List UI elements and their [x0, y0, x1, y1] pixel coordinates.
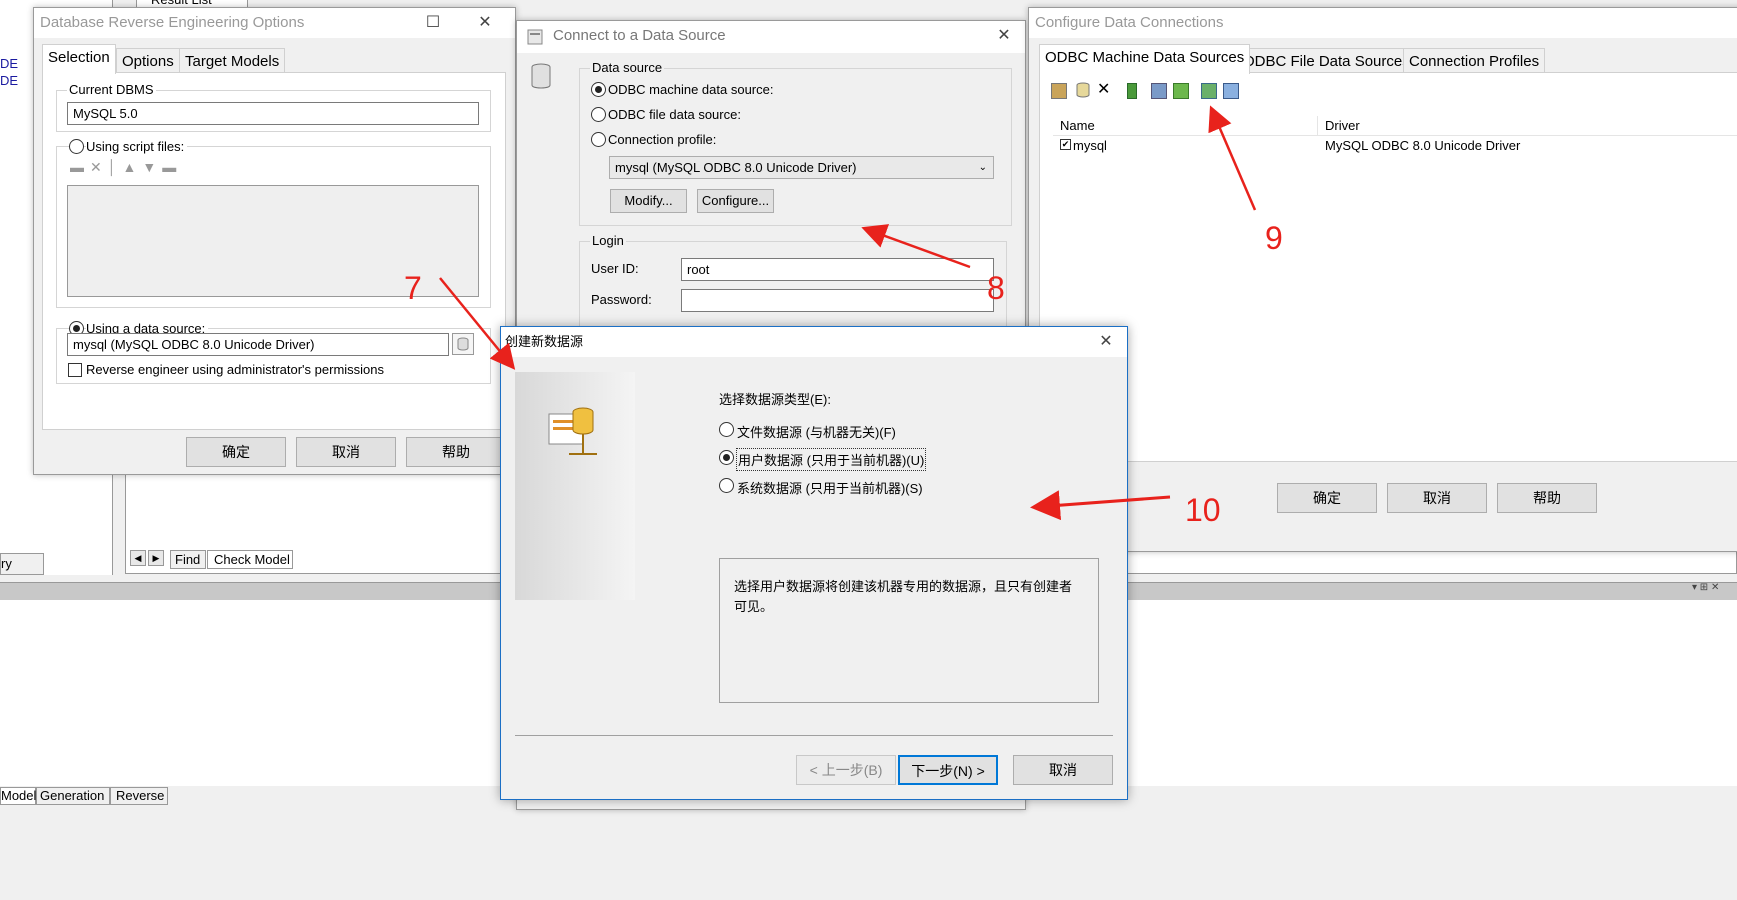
properties-icon[interactable] — [1051, 83, 1067, 99]
left-link-1[interactable]: DE — [0, 56, 18, 71]
ok-button[interactable]: 确定 — [186, 437, 286, 467]
tab-find[interactable]: Find — [170, 550, 206, 569]
password-field[interactable] — [681, 289, 994, 312]
tab-check-model[interactable]: Check Model — [207, 550, 293, 569]
current-dbms-label: Current DBMS — [67, 82, 156, 97]
row-checkbox[interactable]: ✔ — [1060, 139, 1071, 150]
connect-title-text: Connect to a Data Source — [553, 27, 726, 44]
database-wizard-icon — [548, 407, 597, 455]
tab-file-sources[interactable]: ODBC File Data Sources — [1237, 48, 1416, 74]
machine-source-label: ODBC machine data source: — [608, 82, 774, 97]
script-files-label: Using script files: — [86, 139, 188, 154]
script-files-radio[interactable] — [69, 139, 84, 154]
close-button[interactable]: ✕ — [462, 8, 508, 38]
connect-title: Connect to a Data Source — [517, 21, 1025, 53]
tab-machine-sources[interactable]: ODBC Machine Data Sources — [1039, 44, 1251, 74]
left-link-2[interactable]: DE — [0, 73, 18, 88]
create-ds-title: 创建新数据源 — [501, 327, 1127, 357]
help-button[interactable]: 帮助 — [406, 437, 506, 467]
ok-button[interactable]: 确定 — [1277, 483, 1377, 513]
script-toolbar-icons: ▬✕│▲▼▬ — [70, 159, 183, 175]
reverse-engineering-dialog: Database Reverse Engineering Options ☐ ✕… — [33, 7, 516, 475]
annotation-8: 8 — [987, 270, 1005, 306]
col-name[interactable]: Name — [1060, 118, 1095, 133]
admin-label: Reverse engineer using administrator's p… — [86, 362, 385, 377]
current-dbms-field[interactable]: MySQL 5.0 — [67, 102, 479, 125]
wizard-image — [515, 372, 635, 600]
cancel-button[interactable]: 取消 — [1013, 755, 1113, 785]
profile-label: Connection profile: — [608, 132, 717, 147]
refresh-icon[interactable] — [1173, 83, 1189, 99]
chevron-down-icon: ⌄ — [978, 162, 987, 173]
database-browse-icon[interactable] — [452, 333, 474, 355]
tab-target-models[interactable]: Target Models — [179, 48, 286, 74]
bottom-tab-generation[interactable]: Generation — [36, 787, 110, 805]
file-ds-radio[interactable] — [719, 422, 734, 437]
user-ds-label: 用户数据源 (只用于当前机器)(U) — [736, 448, 927, 471]
tab-connection-profiles[interactable]: Connection Profiles — [1403, 48, 1546, 74]
col-divider — [1317, 116, 1318, 136]
left-tab-cut[interactable]: ry — [0, 553, 44, 575]
add-data-source-icon[interactable] — [1075, 81, 1091, 98]
close-button[interactable]: ✕ — [1083, 327, 1129, 357]
separator — [515, 735, 1113, 736]
user-ds-radio[interactable] — [719, 450, 734, 465]
delete-icon[interactable]: ✕ — [1097, 79, 1110, 99]
system-ds-label: 系统数据源 (只用于当前机器)(S) — [737, 481, 923, 496]
annotation-10: 10 — [1185, 492, 1221, 528]
configure-title: Configure Data Connections — [1029, 8, 1737, 38]
file-source-radio[interactable] — [591, 107, 606, 122]
scroll-right-button[interactable]: ▶ — [148, 550, 164, 566]
odbc-admin-icon[interactable] — [1151, 83, 1167, 99]
file-ds-label: 文件数据源 (与机器无关)(F) — [737, 425, 896, 440]
data-source-group-label: Data source — [590, 60, 665, 75]
app-icon — [527, 29, 543, 45]
next-button[interactable]: 下一步(N) > — [898, 755, 998, 785]
col-driver[interactable]: Driver — [1325, 118, 1360, 133]
password-label: Password: — [591, 292, 652, 307]
machine-source-radio[interactable] — [591, 82, 606, 97]
toolbar: ✕ — [1051, 81, 1251, 101]
list-header — [1053, 116, 1737, 136]
description-box: 选择用户数据源将创建该机器专用的数据源，且只有创建者可见。 — [719, 558, 1099, 703]
description-text: 选择用户数据源将创建该机器专用的数据源，且只有创建者可见。 — [734, 579, 1073, 614]
copy-icon[interactable] — [1223, 83, 1239, 99]
row-driver: MySQL ODBC 8.0 Unicode Driver — [1325, 138, 1521, 153]
scroll-left-button[interactable]: ◀ — [130, 550, 146, 566]
modify-button[interactable]: Modify... — [610, 189, 687, 213]
profile-select-value: mysql (MySQL ODBC 8.0 Unicode Driver) — [615, 160, 857, 175]
data-source-field[interactable]: mysql (MySQL ODBC 8.0 Unicode Driver) — [67, 333, 449, 356]
database-icon — [531, 63, 551, 89]
system-ds-radio[interactable] — [719, 478, 734, 493]
pin-icon[interactable]: ▾ ⊞ ✕ — [1692, 582, 1719, 593]
bottom-tab-model[interactable]: Model — [0, 787, 36, 805]
row-name[interactable]: mysql — [1073, 138, 1107, 153]
close-button[interactable]: ✕ — [981, 21, 1027, 51]
test-connection-icon[interactable] — [1127, 83, 1137, 99]
select-all-icon[interactable] — [1201, 83, 1217, 99]
configure-connections-dialog: Configure Data Connections ODBC Machine … — [1028, 7, 1737, 552]
bottom-tab-reverse[interactable]: Reverse — [110, 787, 168, 805]
configure-button[interactable]: Configure... — [697, 189, 774, 213]
admin-checkbox[interactable] — [68, 363, 82, 377]
login-group-label: Login — [590, 233, 626, 248]
tab-selection[interactable]: Selection — [42, 44, 116, 74]
user-id-label: User ID: — [591, 261, 639, 276]
create-data-source-dialog: 创建新数据源 ✕ 选择数据源类型(E): 文件数据源 (与机器无关)(F) 用户… — [500, 326, 1128, 800]
tab-options[interactable]: Options — [116, 48, 180, 74]
user-id-field[interactable]: root — [681, 258, 994, 281]
cancel-button[interactable]: 取消 — [296, 437, 396, 467]
profile-radio[interactable] — [591, 132, 606, 147]
maximize-button[interactable]: ☐ — [410, 8, 456, 38]
profile-select[interactable]: mysql (MySQL ODBC 8.0 Unicode Driver) ⌄ — [609, 156, 994, 179]
annotation-7: 7 — [404, 270, 422, 306]
prompt-label: 选择数据源类型(E): — [719, 392, 831, 407]
back-button[interactable]: < 上一步(B) — [796, 755, 896, 785]
annotation-9: 9 — [1265, 220, 1283, 256]
file-source-label: ODBC file data source: — [608, 107, 741, 122]
cancel-button[interactable]: 取消 — [1387, 483, 1487, 513]
help-button[interactable]: 帮助 — [1497, 483, 1597, 513]
